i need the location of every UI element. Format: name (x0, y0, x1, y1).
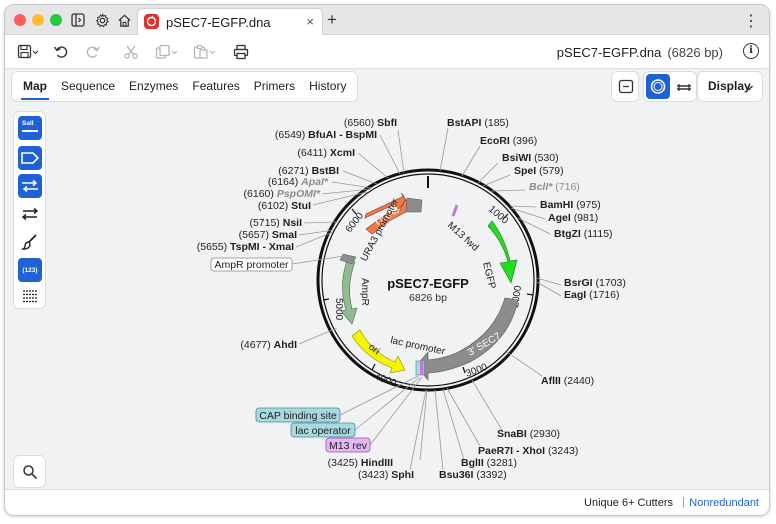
enzyme-bsiwi[interactable]: BsiWI (530) (502, 152, 559, 164)
leader-stui (312, 191, 368, 206)
tick-2000 (526, 293, 534, 296)
enzyme-hindiii[interactable]: (3425) HindIII (328, 457, 393, 469)
tick-4000 (371, 363, 376, 371)
enzyme-bstapi[interactable]: BstAPI (185) (447, 117, 509, 129)
leader-snabi (471, 379, 503, 431)
enzyme-bsu36i[interactable]: Bsu36I (3392) (439, 469, 507, 481)
enzyme-btgzi[interactable]: BtgZI (1115) (554, 228, 613, 240)
enzyme-bsrgi[interactable]: BsrGI (1703) (564, 277, 626, 289)
enzyme-bglii[interactable]: BglII (3281) (461, 457, 517, 469)
enzyme-xcmi[interactable]: (6411) XcmI (297, 147, 355, 159)
leader-paer7i-xhoi (446, 387, 481, 447)
enzyme-ahdi[interactable]: (4677) AhdI (240, 339, 297, 351)
ampr-promoter-callout-text: AmpR promoter (214, 259, 289, 271)
enzyme-spei[interactable]: SpeI (579) (514, 165, 564, 177)
leader-sphi (409, 389, 427, 471)
lac-operator-text: lac operator (295, 425, 351, 437)
feature-ampr[interactable] (340, 257, 358, 325)
leader-bcli (490, 189, 526, 192)
feature-ura3-promoter[interactable] (405, 197, 423, 213)
enzyme-agei[interactable]: AgeI (981) (548, 212, 598, 224)
m13-rev-text: M13 rev (329, 440, 368, 452)
plasmid-name: pSEC7-EGFP (387, 276, 469, 291)
enzyme-smai[interactable]: (5657) SmaI (239, 229, 297, 241)
enzyme-eagi[interactable]: EagI (1716) (564, 289, 619, 301)
enzyme-bcli[interactable]: BclI* (716) (529, 181, 580, 193)
leader-apai (331, 181, 373, 189)
enzyme-snabi[interactable]: SnaBI (2930) (497, 428, 560, 440)
feature-label-lac-promoter: lac promoter (389, 335, 446, 357)
feature-m13-fwd[interactable] (451, 204, 459, 217)
enzyme-apai[interactable]: (6164) ApaI* (268, 176, 329, 188)
enzyme-ecori[interactable]: EcoRI (396) (480, 135, 537, 147)
feature-m13-rev[interactable] (420, 361, 423, 375)
enzyme-sphi[interactable]: (3423) SphI (358, 469, 414, 481)
feature-label-ura3-promoter: URA3 promoter (359, 196, 402, 263)
leader-bstbi (342, 170, 378, 185)
leader-sbfi (397, 129, 405, 174)
enzyme-aflii[interactable]: AflII (2440) (541, 375, 594, 387)
leader-bstapi (439, 127, 449, 172)
plasmid-length: 6826 bp (409, 292, 447, 304)
feature-label-egfp: EGFP (480, 261, 497, 290)
plasmid-map[interactable]: 1000 2000 3000 4000 5000 6000 pSEC7-EGFP… (0, 0, 776, 524)
leader-bamhi (509, 205, 537, 208)
leader-aflii (506, 351, 543, 377)
leader-bsiwi (477, 162, 499, 184)
leader-bsu36i (434, 389, 444, 471)
enzyme-bamhi[interactable]: BamHI (975) (540, 199, 601, 211)
feature-label-m13-fwd: M13 fwd (445, 220, 480, 253)
tick-label-4000: 4000 (373, 371, 398, 389)
leader-ahdi (298, 327, 338, 345)
enzyme-sbfi[interactable]: (6560) SbfI (344, 117, 397, 129)
leader-ecori (461, 145, 481, 177)
feature-label-ampr: AmpR (359, 278, 370, 306)
tick-label-6000: 6000 (344, 210, 367, 235)
leader-bfuai (379, 134, 401, 175)
enzyme-stui[interactable]: (6102) StuI (258, 200, 311, 212)
leader-xcmi (357, 152, 389, 179)
enzyme-paer7i-xhoi[interactable]: PaeR7I - XhoI (3243) (478, 445, 578, 457)
enzyme-pspomi[interactable]: (6160) PspOMI* (244, 188, 321, 200)
cap-binding-site-text: CAP binding site (259, 410, 337, 422)
enzyme-bfuai-bspmi[interactable]: (6549) BfuAI - BspMI (275, 129, 377, 141)
leader-spei (482, 174, 511, 187)
enzyme-tspmi-xmai[interactable]: (5655) TspMI - XmaI (197, 241, 294, 253)
tick-label-5000: 5000 (333, 298, 344, 321)
enzyme-nsii[interactable]: (5715) NsiI (249, 217, 302, 229)
